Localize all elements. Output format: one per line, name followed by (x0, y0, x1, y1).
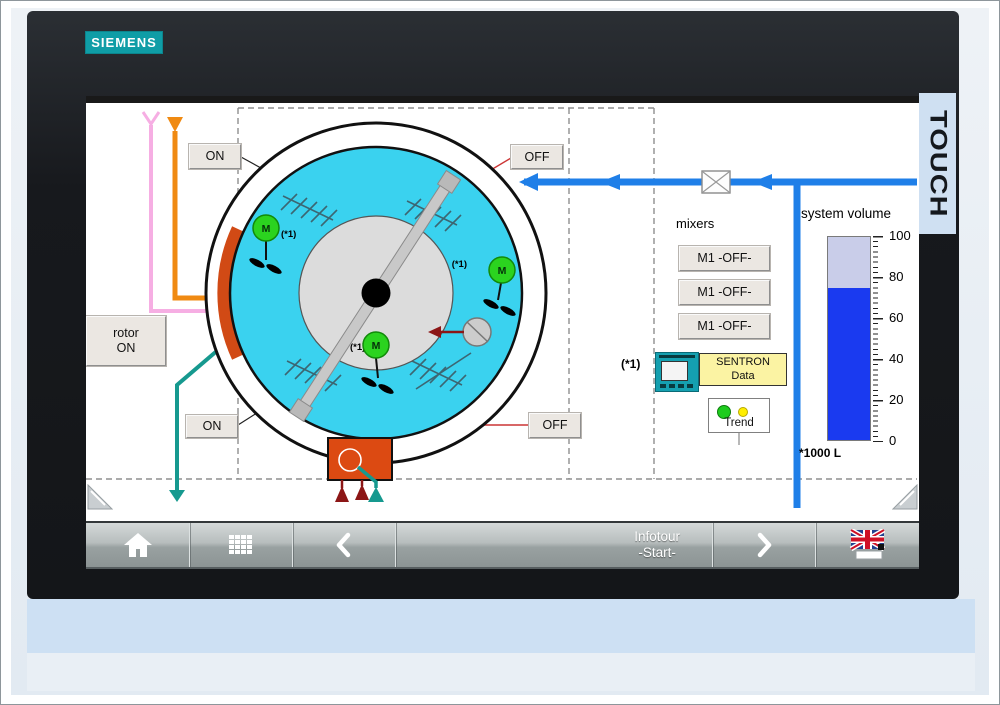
yellow-status-dot (738, 407, 748, 417)
home-icon (123, 533, 152, 557)
gauge-bar (827, 236, 871, 441)
home-button[interactable] (86, 523, 189, 567)
off-button-top[interactable]: OFF (510, 144, 564, 170)
siemens-logo: SIEMENS (85, 31, 163, 54)
mixer-2-button[interactable]: M1 -OFF- (678, 279, 771, 306)
page-curl-left-icon[interactable] (87, 484, 113, 510)
on-button-top[interactable]: ON (188, 143, 242, 170)
trend-button[interactable]: Trend (708, 398, 770, 433)
rotor-on-button[interactable]: rotor ON (86, 315, 167, 367)
rotor-label-line2: ON (116, 341, 136, 355)
drain-valve-icon (338, 448, 362, 472)
agitator-bar (288, 169, 462, 423)
rotor-arc (217, 226, 244, 360)
svg-text:M: M (262, 223, 271, 235)
tick-40: 40 (889, 351, 904, 366)
tick-80: 80 (889, 269, 904, 284)
button-connectors (237, 156, 740, 445)
chevron-left-icon (336, 532, 351, 558)
ref-marker-left: (*1) (281, 229, 296, 240)
mixer-motor-icon (252, 214, 280, 242)
language-button[interactable] (815, 523, 919, 567)
sentron-label-line2: Data (731, 369, 755, 382)
menu-grid-icon (229, 535, 252, 554)
sentron-label-line1: SENTRON (716, 356, 770, 369)
ref-marker-right: (*1) (452, 259, 467, 270)
gauge-fill (828, 287, 870, 440)
rotor-label-line1: rotor (113, 326, 139, 340)
sentron-ref-marker: (*1) (621, 357, 641, 371)
forward-button[interactable] (712, 523, 815, 567)
gauge-tick-ruler (873, 236, 883, 442)
off-button-bottom[interactable]: OFF (528, 412, 582, 439)
enclosure-bottom-band (27, 599, 975, 653)
mixer-3-button[interactable]: M1 -OFF- (678, 313, 771, 340)
tick-60: 60 (889, 310, 904, 325)
mixer-1-button[interactable]: M1 -OFF- (678, 245, 771, 272)
menu-grid-button[interactable] (189, 523, 292, 567)
mixer-unit-bottom: (*1) M (350, 331, 394, 394)
sentron-device-icon[interactable] (655, 352, 699, 392)
page-curl-right-icon[interactable] (892, 484, 918, 510)
back-button[interactable] (292, 523, 395, 567)
gauge-unit-label: *1000 L (799, 446, 842, 460)
trend-label: Trend (724, 417, 754, 429)
mixer-motor-icon (362, 331, 390, 359)
pink-line (141, 111, 223, 313)
hmi-screen: (*1) M (*1) M (*1) M ON OFF ON OFF rotor… (86, 96, 919, 569)
pump-icon (428, 317, 492, 347)
system-volume-gauge: system volume 100 80 60 40 20 0 *1000 L (799, 206, 919, 468)
mixer-unit-right: (*1) M (452, 256, 516, 316)
gauge-title: system volume (801, 206, 892, 221)
mixer-unit-left: (*1) M (249, 214, 296, 274)
tank-outlet-box (327, 437, 393, 481)
infotour-start-button[interactable]: Infotour -Start- (395, 523, 712, 567)
tick-20: 20 (889, 392, 904, 407)
language-flag-icon (849, 529, 885, 560)
infotour-label: Infotour -Start- (634, 528, 680, 560)
svg-text:M: M (372, 340, 381, 352)
chevron-right-icon (757, 532, 772, 558)
ref-marker-bottom: (*1) (350, 342, 365, 353)
svg-text:M: M (498, 265, 507, 277)
hmi-panel-device: SIEMENS TOUCH (*1) M (*1) M (*1) M ON OF… (0, 0, 1000, 705)
pipe-valve-icon (701, 170, 731, 194)
tick-0: 0 (889, 433, 897, 448)
on-button-bottom[interactable]: ON (185, 414, 239, 439)
navigation-bar: Infotour -Start- (86, 521, 919, 569)
tick-100: 100 (889, 228, 911, 243)
sentron-data-button[interactable]: SENTRON Data (699, 353, 787, 386)
agitator-hub (361, 278, 391, 308)
screen-top-shadow (86, 96, 919, 103)
mixing-tank (204, 121, 548, 465)
mixers-section-title: mixers (676, 216, 715, 231)
drain-arrows (335, 465, 384, 502)
enclosure-bottom-band-light (27, 653, 975, 691)
mixer-motor-icon (488, 256, 516, 284)
touch-sticker: TOUCH (919, 93, 956, 234)
